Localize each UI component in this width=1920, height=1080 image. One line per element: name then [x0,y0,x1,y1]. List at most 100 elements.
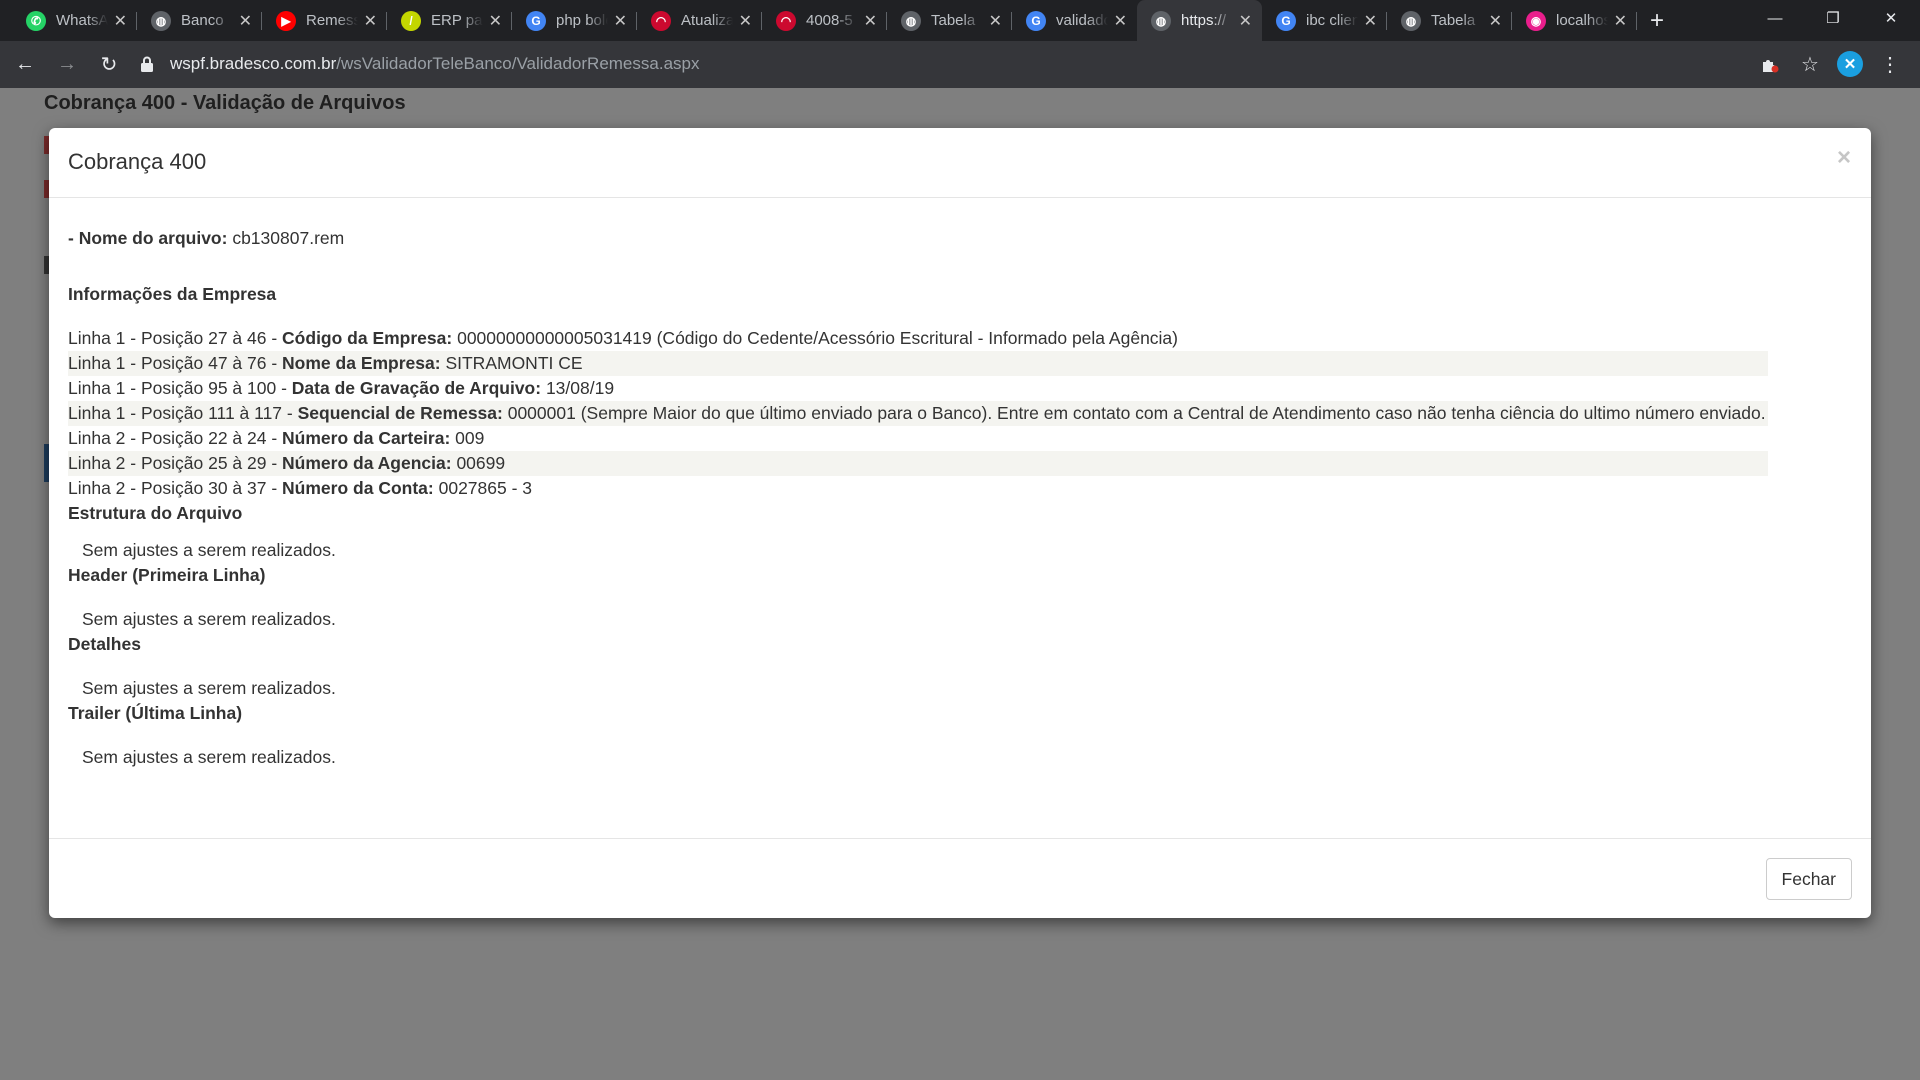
file-name-label: - Nome do arquivo: [68,228,228,248]
tab-close-icon[interactable]: ✕ [1114,11,1127,31]
modal-close-icon[interactable]: × [1837,144,1851,172]
google-icon: G [1276,10,1296,31]
tab-title: ERP para [431,12,483,29]
tab-close-icon[interactable]: ✕ [114,11,127,31]
browser-toolbar: ← → ↻ wspf.bradesco.com.br/wsValidadorTe… [0,41,1920,88]
company-info-row: Linha 2 - Posição 30 à 37 - Número da Co… [68,476,1768,501]
company-section-title: Informações da Empresa [68,284,277,304]
tab-title: localhost [1556,12,1608,29]
browser-tab[interactable]: / ERP para ✕ [387,0,512,41]
row-position: Linha 1 - Posição 27 à 46 - [68,328,278,348]
modal-title: Cobrança 400 [68,149,207,174]
close-button[interactable]: Fechar [1765,858,1852,900]
tab-close-icon[interactable]: ✕ [364,11,377,31]
trailer-note: Sem ajustes a serem realizados. [82,747,336,767]
tab-title: Banco [181,12,224,29]
tab-close-icon[interactable]: ✕ [489,11,502,31]
row-position: Linha 1 - Posição 95 à 100 - [68,378,287,398]
browser-tab[interactable]: Gvalidador ✕ [1012,0,1137,41]
row-position: Linha 1 - Posição 47 à 76 - [68,353,278,373]
row-label: Número da Carteira: [282,428,451,448]
profile-button[interactable]: ✕ [1830,47,1870,81]
company-info-row: Linha 1 - Posição 111 à 117 - Sequencial… [68,401,1768,426]
details-note: Sem ajustes a serem realizados. [82,678,336,698]
tab-close-icon[interactable]: ✕ [989,11,1002,31]
row-label: Nome da Empresa: [282,353,441,373]
row-value: 0000001 (Sempre Maior do que último envi… [507,403,1766,423]
row-position: Linha 2 - Posição 30 à 37 - [68,478,278,498]
tab-close-icon[interactable]: ✕ [1614,11,1627,31]
bookmark-star-icon[interactable]: ☆ [1790,47,1830,81]
tab-close-icon[interactable]: ✕ [864,11,877,31]
company-info-row: Linha 1 - Posição 47 à 76 - Nome da Empr… [68,351,1768,376]
google-icon: G [1026,10,1046,31]
minimize-icon[interactable]: — [1746,0,1804,36]
globe-icon: ◍ [901,10,921,31]
tab-title: Tabela [1431,12,1476,29]
tab-close-icon[interactable]: ✕ [1239,11,1252,31]
back-icon[interactable]: ← [8,48,42,82]
row-value: 009 [455,428,485,448]
tab-title: Remessa [306,12,358,29]
tab-title: https:// [1181,12,1227,29]
modal-body: - Nome do arquivo: cb130807.rem Informaç… [68,198,1768,770]
tab-close-icon[interactable]: ✕ [1489,11,1502,31]
structure-note: Sem ajustes a serem realizados. [82,540,336,560]
browser-tab[interactable]: ◠ Atualizar ✕ [637,0,762,41]
details-section-title: Detalhes [68,634,141,654]
reload-icon[interactable]: ↻ [92,48,126,82]
address-bar[interactable]: wspf.bradesco.com.br/wsValidadorTeleBanc… [140,47,1740,81]
file-name-line: - Nome do arquivo: cb130807.rem [68,226,1768,251]
trailer-section-title: Trailer (Última Linha) [68,703,243,723]
tab-close-icon[interactable]: ✕ [614,11,627,31]
browser-tabstrip: ✆WhatsApp✕◍Banco✕▶Remessa✕/ERP para✕Gphp… [0,0,1920,41]
company-info-row: Linha 2 - Posição 22 à 24 - Número da Ca… [68,426,1768,451]
tab-close-icon[interactable]: ✕ [1364,11,1377,31]
forward-icon[interactable]: → [50,48,84,82]
whatsapp-icon: ✆ [26,10,46,31]
browser-tab[interactable]: ◍ Tabela ✕ [887,0,1012,41]
row-label: Data de Gravação de Arquivo: [291,378,542,398]
bradesco-icon: ◠ [776,10,796,31]
browser-tab[interactable]: ▶ Remessa ✕ [262,0,387,41]
row-label: Código da Empresa: [282,328,453,348]
structure-section-title: Estrutura do Arquivo [68,503,243,523]
header-section-title: Header (Primeira Linha) [68,565,266,585]
tab-title: php boleto [556,12,608,29]
extensions-icon[interactable] [1750,47,1790,81]
browser-tab[interactable]: ✆ WhatsApp ✕ [12,0,137,41]
file-name-value: cb130807.rem [232,228,345,248]
tab-title: Tabela [931,12,976,29]
browser-tab[interactable]: Gibc cliente ✕ [1262,0,1387,41]
url-path: /wsValidadorTeleBanco/ValidadorRemessa.a… [336,54,700,73]
browser-tab[interactable]: ◍ https:// ✕ [1137,0,1262,41]
tab-title: 4008-5 [806,12,853,29]
lock-icon [141,56,153,72]
modal-header: Cobrança 400 × [49,128,1871,198]
globe-icon: ◍ [1401,10,1421,31]
tab-title: validador [1056,12,1108,29]
company-info-list: Linha 1 - Posição 27 à 46 - Código da Em… [68,326,1768,501]
browser-tab[interactable]: ◍ Banco ✕ [137,0,262,41]
window-close-icon[interactable]: ✕ [1862,0,1920,36]
browser-tab[interactable]: ◉ localhost ✕ [1512,0,1637,41]
toolbar-actions: ☆ ✕ ⋮ [1750,47,1910,81]
google-icon: G [526,10,546,31]
company-info-row: Linha 1 - Posição 95 à 100 - Data de Gra… [68,376,1768,401]
globe-icon: ◍ [151,10,171,31]
restore-icon[interactable]: ❐ [1804,0,1862,36]
bradesco-icon: ◠ [651,10,671,31]
new-tab-icon[interactable]: + [1637,0,1677,41]
row-value: SITRAMONTI CE [445,353,583,373]
row-value: 00000000000005031419 (Código do Cedente/… [457,328,1178,348]
browser-tab[interactable]: ◍ Tabela ✕ [1387,0,1512,41]
browser-tab[interactable]: Gphp boleto ✕ [512,0,637,41]
row-position: Linha 2 - Posição 25 à 29 - [68,453,278,473]
browser-tab[interactable]: ◠ 4008-5 ✕ [762,0,887,41]
tab-close-icon[interactable]: ✕ [739,11,752,31]
menu-kebab-icon[interactable]: ⋮ [1870,47,1910,81]
localhost-icon: ◉ [1526,10,1546,31]
tab-close-icon[interactable]: ✕ [239,11,252,31]
row-value: 00699 [456,453,506,473]
validation-modal: Cobrança 400 × - Nome do arquivo: cb1308… [49,128,1871,918]
